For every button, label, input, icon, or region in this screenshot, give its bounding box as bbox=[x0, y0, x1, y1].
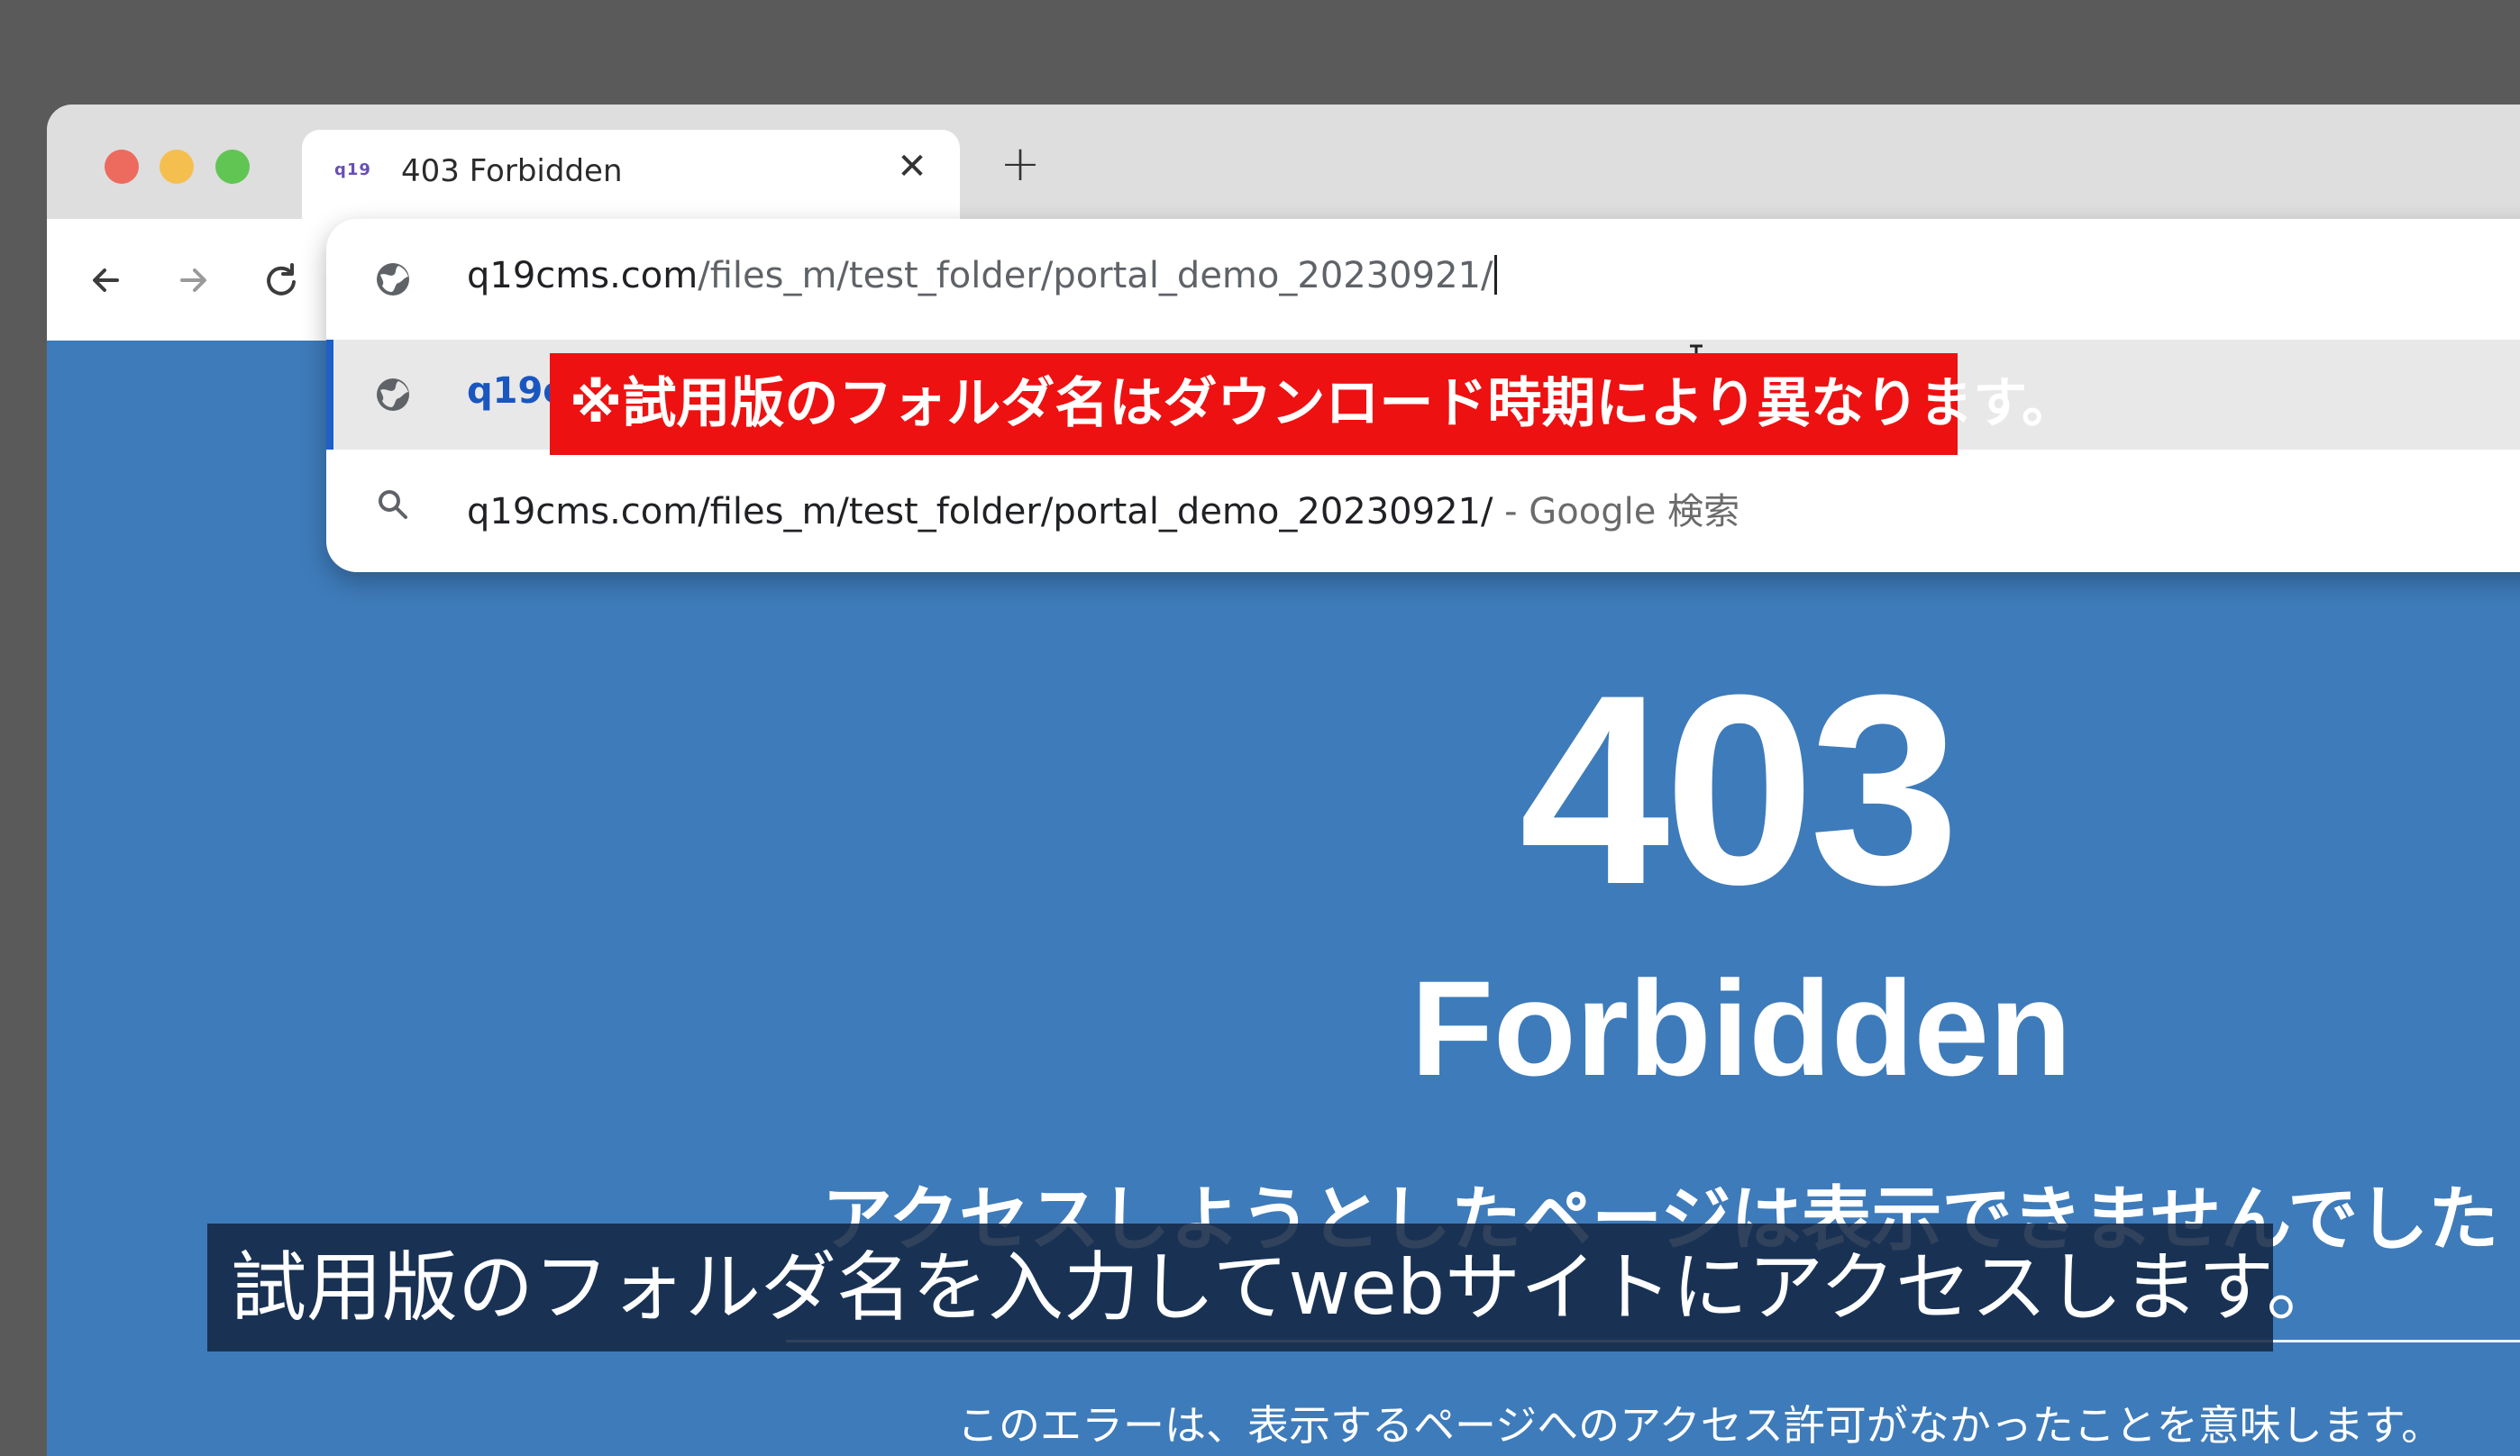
suggestion-row-search[interactable]: q19cms.com/files_m/test_folder/portal_de… bbox=[326, 450, 2520, 560]
globe-icon bbox=[377, 378, 409, 411]
new-tab-button[interactable]: + bbox=[995, 139, 1045, 189]
search-query: q19cms.com/files_m/test_folder/portal_de… bbox=[467, 491, 1493, 532]
error-title: Forbidden bbox=[1411, 952, 2072, 1104]
search-suffix: - Google 検索 bbox=[1493, 491, 1740, 532]
tab-strip: q19 403 Forbidden ✕ + bbox=[47, 105, 2520, 219]
error-description: このエラーは、表示するページへのアクセス許可がなかったことを意味します。 bbox=[957, 1401, 2443, 1450]
search-icon bbox=[379, 490, 407, 519]
error-code: 403 bbox=[1519, 638, 1960, 941]
globe-icon bbox=[377, 263, 409, 296]
url-path: /files_m/test_folder/portal_demo_2023092… bbox=[698, 255, 1493, 296]
url-host: q19cms.com bbox=[467, 255, 698, 296]
suggestion-search-text: q19cms.com/files_m/test_folder/portal_de… bbox=[467, 482, 1739, 534]
url-input[interactable]: q19cms.com/files_m/test_folder/portal_de… bbox=[467, 255, 1498, 296]
site-favicon-icon: q19 bbox=[334, 160, 371, 179]
address-bar[interactable]: q19cms.com/files_m/test_folder/portal_de… bbox=[326, 219, 2520, 340]
reload-icon[interactable] bbox=[256, 255, 306, 305]
close-window-button[interactable] bbox=[105, 150, 139, 184]
back-icon[interactable] bbox=[81, 255, 132, 305]
text-caret bbox=[1494, 255, 1498, 295]
minimize-window-button[interactable] bbox=[160, 150, 194, 184]
zoom-window-button[interactable] bbox=[215, 150, 250, 184]
video-subtitle: 試用版のフォルダ名を入力してwebサイトにアクセスします。 bbox=[207, 1224, 2342, 1351]
tab-403-forbidden[interactable]: q19 403 Forbidden ✕ bbox=[302, 130, 960, 219]
overlay-note-banner: ※試用版のフォルダ名はダウンロード時期により異なります。 bbox=[550, 353, 2076, 455]
tab-title: 403 Forbidden bbox=[401, 153, 623, 189]
close-tab-icon[interactable]: ✕ bbox=[888, 142, 936, 191]
forward-icon[interactable] bbox=[168, 255, 218, 305]
